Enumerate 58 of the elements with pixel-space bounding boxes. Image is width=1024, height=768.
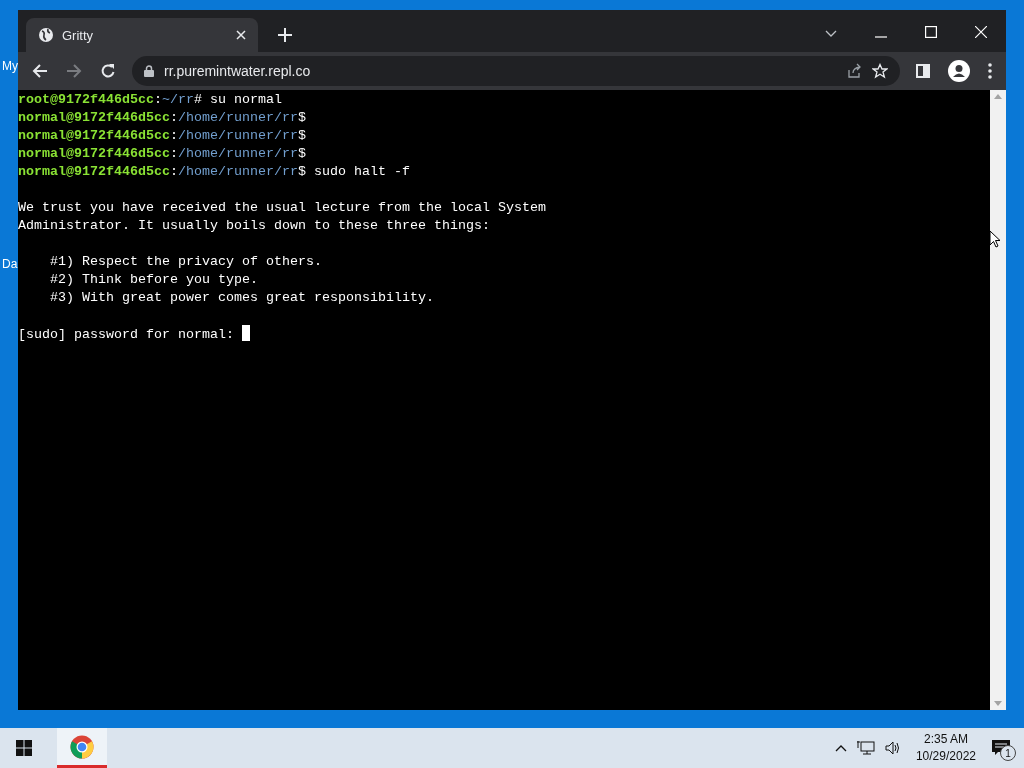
speaker-icon[interactable] — [884, 741, 901, 755]
terminal-text: /home/runner/rr — [177, 110, 298, 125]
terminal-text: ~/rr — [162, 92, 194, 107]
terminal-text: $ sudo halt -f — [297, 164, 410, 179]
terminal-text: : — [169, 164, 178, 179]
desktop-icon-label[interactable]: My — [2, 59, 18, 73]
network-monitor-icon[interactable] — [856, 740, 875, 756]
terminal-text: We trust you have received the usual lecture from the local System — [18, 200, 546, 215]
terminal-text: #1) Respect the privacy of others. — [49, 254, 322, 269]
terminal-text: /home/runner/rr — [177, 128, 298, 143]
terminal-text: root@9172f446d5cc — [18, 92, 154, 107]
terminal-text: normal@9172f446d5cc — [18, 110, 170, 125]
star-icon[interactable] — [872, 63, 888, 79]
browser-tab[interactable]: Gritty — [26, 18, 258, 52]
back-arrow-icon[interactable] — [32, 63, 48, 79]
address-bar[interactable]: rr.puremintwater.repl.co — [132, 56, 900, 86]
notification-count-badge: 1 — [1000, 745, 1016, 761]
terminal-text: [sudo] password for normal: — [18, 327, 235, 342]
terminal-text: # su normal — [194, 92, 282, 107]
terminal-text: : — [169, 128, 178, 143]
terminal-text: normal@9172f446d5cc — [18, 164, 170, 179]
taskbar-app-button[interactable] — [57, 728, 107, 768]
clock-time[interactable]: 2:35 AM — [923, 731, 968, 748]
menu-dots-icon[interactable] — [988, 63, 992, 79]
lock-icon — [144, 65, 154, 77]
desktop-icon-label[interactable]: Da — [2, 257, 18, 271]
mouse-pointer-icon — [989, 230, 1001, 248]
windows-start-icon[interactable] — [16, 740, 32, 756]
clock-date[interactable]: 10/29/2022 — [915, 748, 976, 765]
globe-icon — [38, 27, 54, 43]
tab-title: Gritty — [62, 27, 95, 43]
profile-avatar-icon[interactable] — [948, 60, 970, 82]
notification-button[interactable]: 1 — [986, 728, 1016, 768]
reload-icon[interactable] — [100, 63, 116, 79]
terminal-text: normal@9172f446d5cc — [18, 128, 170, 143]
maximize-icon[interactable] — [925, 26, 937, 38]
url-text: rr.puremintwater.repl.co — [164, 63, 311, 79]
terminal-text: normal@9172f446d5cc — [18, 146, 170, 161]
terminal-text: : — [169, 146, 178, 161]
browser-app-icon — [70, 734, 94, 759]
text-cursor — [241, 325, 250, 341]
terminal-text: /home/runner/rr — [177, 146, 298, 161]
side-panel-icon[interactable] — [916, 64, 930, 78]
terminal-text: $ — [297, 110, 306, 125]
terminal-text: /home/runner/rr — [177, 164, 298, 179]
terminal-text: $ — [297, 128, 306, 143]
chevron-up-icon[interactable] — [834, 744, 847, 752]
forward-arrow-icon[interactable] — [66, 63, 82, 79]
share-icon[interactable] — [846, 63, 862, 79]
terminal-text: #2) Think before you type. — [49, 272, 258, 287]
terminal-text: : — [154, 92, 162, 107]
terminal-text: Administrator. It usually boils down to these three things: — [18, 218, 490, 233]
terminal-text: : — [169, 110, 178, 125]
new-tab-icon[interactable] — [278, 28, 292, 42]
terminal-text: $ — [297, 146, 306, 161]
chevron-down-icon[interactable] — [825, 30, 837, 38]
close-icon[interactable] — [236, 30, 246, 40]
terminal-text: #3) With great power comes great responsibility. — [49, 290, 434, 305]
